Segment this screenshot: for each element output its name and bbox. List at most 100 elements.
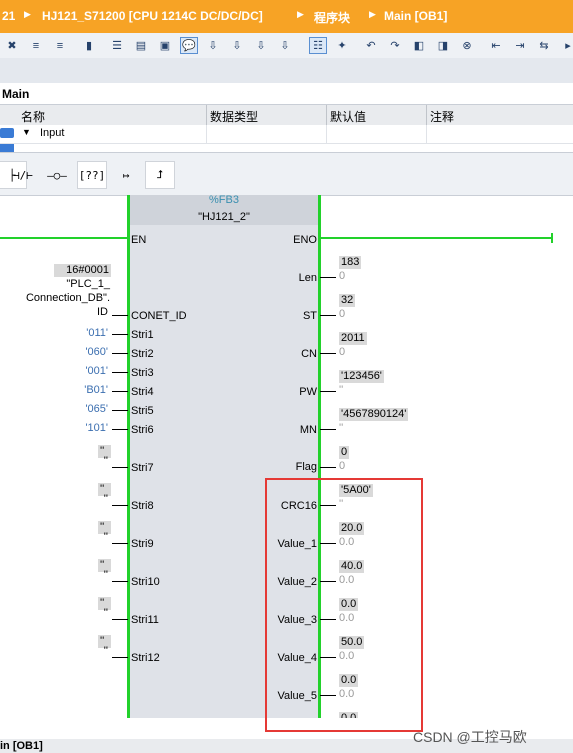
input-wire [112,657,128,658]
block-address: %FB3 [209,194,239,206]
column-divider [426,125,427,143]
column-comment[interactable]: 注释 [430,108,454,125]
input-wire [112,315,128,316]
no-contact-icon[interactable]: ⊣/⊢ [8,161,38,189]
more-icon[interactable]: ▸ [559,37,573,54]
editor-tab[interactable]: in [OB1] [0,740,43,752]
download-icon[interactable]: ⇩ [276,37,294,54]
output-monitor-value: 2011 [339,332,367,345]
output-wire [320,467,336,468]
window-icon[interactable]: ▤ [132,37,150,54]
row-label: Input [40,127,65,139]
comment-icon[interactable]: 💬 [180,37,198,54]
chevron-right-icon: ▶ [297,9,304,19]
column-name[interactable]: 名称 [21,108,45,125]
output-wire [320,353,336,354]
goto-error-icon[interactable]: ↷ [386,37,404,54]
window-icon[interactable]: ▣ [156,37,174,54]
breadcrumb-item[interactable]: 21 [2,9,15,23]
coil-icon[interactable]: –○– [42,161,72,189]
delete-network-icon[interactable]: ≡ [51,37,69,54]
input-parameter[interactable]: '' [90,607,108,619]
column-divider[interactable] [206,105,207,125]
list-icon[interactable]: ☰ [108,37,126,54]
empty-box-icon[interactable]: [??] [77,161,107,189]
breadcrumb-item[interactable]: 程序块 [314,9,350,26]
input-parameter[interactable]: Connection_DB". [10,292,110,304]
column-divider [326,125,327,143]
pin-stri10: Stri10 [131,576,160,588]
column-divider [206,125,207,143]
input-wire [112,543,128,544]
output-wire [320,315,336,316]
pin-stri4: Stri4 [131,386,154,398]
output-wire [320,429,336,430]
favorites-icon[interactable]: ✦ [333,37,351,54]
input-parameter[interactable]: 'B01' [60,384,108,396]
output-monitor-value: '4567890124' [339,408,409,421]
call-icon[interactable]: ⇥ [511,37,529,54]
pin-len: Len [298,272,317,284]
input-parameter[interactable]: '065' [60,403,108,415]
block-instance-name[interactable]: "HJ121_2" [128,211,320,223]
input-wire [112,410,128,411]
editor-toolbar: ✖ ≡ ≡ ▮ ☰ ▤ ▣ 💬 ⇩ ⇩ ⇩ ⇩ ☷ ✦ ↶ ↷ ◧ ◨ ⊗ ⇤ … [0,33,573,59]
input-parameter[interactable]: '001' [60,365,108,377]
input-wire [112,334,128,335]
input-parameter[interactable]: '' [90,531,108,543]
input-parameter[interactable]: '' [90,455,108,467]
expand-icon[interactable]: ▼ [22,127,31,137]
interface-row-input[interactable]: ▼ Input [0,125,573,144]
output-parameter[interactable]: 0 [339,346,345,358]
column-divider[interactable] [426,105,427,125]
input-parameter[interactable]: '' [90,645,108,657]
input-parameter[interactable]: '060' [60,346,108,358]
pin-st: ST [302,310,317,322]
call-icon[interactable]: ⇤ [487,37,505,54]
output-parameter[interactable]: '' [339,384,343,396]
download-icon[interactable]: ⇩ [228,37,246,54]
input-parameter[interactable]: '' [90,493,108,505]
interface-title: Main [2,87,30,101]
input-parameter[interactable]: "PLC_1_ [10,278,110,290]
call-icon[interactable]: ⇆ [535,37,553,54]
variable-icon [0,144,14,152]
pin-stri6: Stri6 [131,424,154,436]
output-parameter[interactable]: 0 [339,270,345,282]
output-parameter[interactable]: 0 [339,308,345,320]
input-parameter[interactable]: '' [90,569,108,581]
absolute-info-icon[interactable]: ☷ [309,37,327,54]
goto-error-icon[interactable]: ↶ [362,37,380,54]
network-delete-icon[interactable]: ✖ [3,37,21,54]
open-branch-icon[interactable]: ↦ [111,161,141,189]
insert-network-icon[interactable]: ≡ [27,37,45,54]
input-wire [112,581,128,582]
pin-en: EN [131,234,147,246]
pin-eno: ENO [293,234,317,246]
input-wire [112,372,128,373]
input-parameter[interactable]: ID [10,306,108,318]
monitor-icon[interactable]: ⊗ [458,37,476,54]
column-divider[interactable] [326,105,327,125]
eraser-icon[interactable]: ▮ [80,37,98,54]
interface-header: 名称 数据类型 默认值 注释 [0,104,573,126]
download-icon[interactable]: ⇩ [252,37,270,54]
monitor-icon[interactable]: ◧ [410,37,428,54]
breadcrumb-item[interactable]: HJ121_S71200 [CPU 1214C DC/DC/DC] [42,9,263,23]
close-branch-icon[interactable]: ⮥ [145,161,175,189]
output-parameter[interactable]: '' [339,422,343,434]
breadcrumb-item[interactable]: Main [OB1] [384,9,447,23]
monitor-icon[interactable]: ◨ [434,37,452,54]
download-icon[interactable]: ⇩ [204,37,222,54]
input-parameter[interactable]: '011' [60,327,108,339]
output-wire [320,277,336,278]
output-parameter[interactable]: 0 [339,460,345,472]
pin-stri5: Stri5 [131,405,154,417]
pin-stri9: Stri9 [131,538,154,550]
input-wire [112,505,128,506]
column-datatype[interactable]: 数据类型 [210,108,258,125]
chevron-right-icon: ▶ [369,9,376,19]
input-parameter[interactable]: '101' [60,422,108,434]
pin-cn: CN [301,348,317,360]
column-default[interactable]: 默认值 [330,108,366,125]
